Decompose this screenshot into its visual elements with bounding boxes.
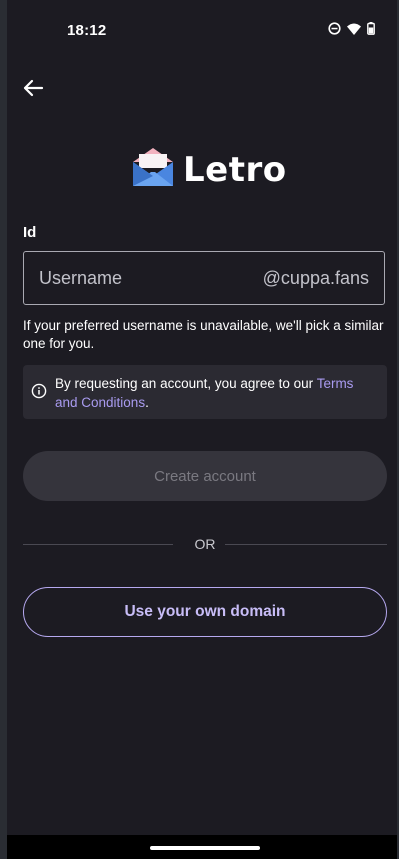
terms-text-after: .: [145, 395, 149, 410]
app-screen: 18:12 Letro Id Username @cuppa.fans If y…: [7, 0, 397, 859]
status-bar: 18:12: [7, 0, 397, 60]
divider-line-right: [225, 544, 387, 545]
username-field[interactable]: @cuppa.fans: [23, 251, 385, 305]
home-handle[interactable]: [150, 846, 260, 850]
create-account-button[interactable]: Create account: [23, 451, 387, 501]
terms-text: By requesting an account, you agree to o…: [55, 374, 379, 412]
status-time: 18:12: [67, 22, 107, 39]
back-button[interactable]: [19, 76, 47, 104]
or-divider: OR: [23, 535, 387, 555]
info-icon: [31, 383, 49, 401]
system-navigation-bar: [7, 835, 397, 859]
wifi-icon: [347, 22, 361, 40]
terms-text-before: By requesting an account, you agree to o…: [55, 376, 317, 391]
domain-suffix: @cuppa.fans: [262, 267, 369, 288]
status-icons: [328, 22, 375, 40]
do-not-disturb-icon: [328, 22, 341, 40]
logo-text: Letro: [183, 149, 287, 190]
terms-notice: By requesting an account, you agree to o…: [23, 365, 387, 419]
username-helper-text: If your preferred username is unavailabl…: [23, 318, 384, 351]
username-input[interactable]: [39, 267, 249, 289]
envelope-icon: [129, 146, 177, 193]
id-field-label: Id: [23, 224, 37, 241]
app-logo: Letro: [129, 146, 287, 193]
use-own-domain-button[interactable]: Use your own domain: [23, 587, 387, 637]
arrow-left-icon: [22, 79, 44, 102]
battery-icon: [367, 22, 375, 40]
